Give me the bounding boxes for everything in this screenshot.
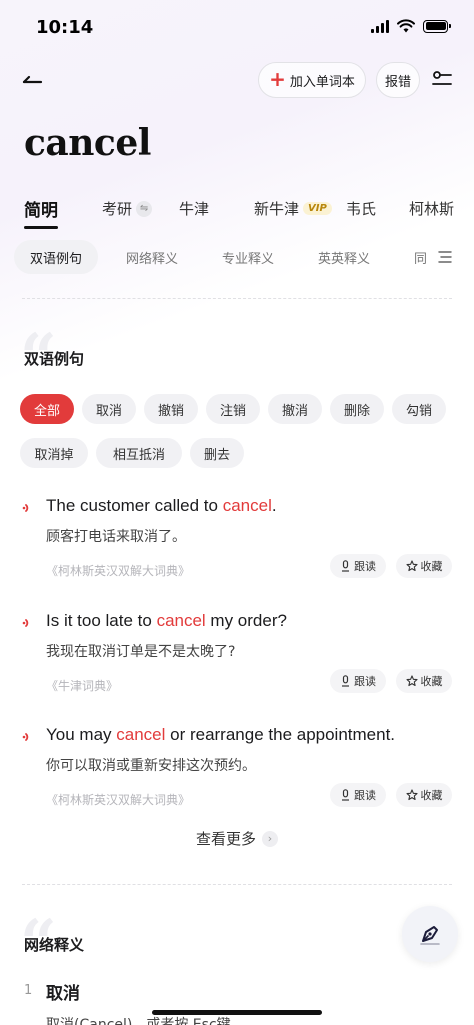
filter-chip[interactable]: 勾销 (392, 394, 446, 424)
section-tab-synonyms[interactable]: 同 (414, 240, 427, 274)
settings-button[interactable] (428, 66, 456, 94)
chevron-right-icon: › (262, 830, 278, 847)
report-error-button[interactable]: 报错 (376, 62, 420, 98)
home-indicator (152, 1010, 322, 1015)
word-detail-page: 10:14 + 加入单词本 报错 cancel 简明 考研 ⇋ 牛津 新牛津 V… (0, 0, 474, 1025)
cellular-signal-icon (371, 19, 389, 33)
definition-number: 1 (24, 983, 33, 998)
favorite-button[interactable]: 收藏 (396, 669, 452, 693)
section-title-examples: 双语例句 (24, 350, 85, 368)
headword: cancel (24, 122, 151, 164)
star-icon (405, 675, 418, 687)
add-to-wordbook-button[interactable]: + 加入单词本 (258, 62, 366, 98)
back-button[interactable] (18, 66, 48, 94)
tab-collins[interactable]: 柯林斯 (409, 198, 454, 219)
wifi-icon (397, 19, 415, 33)
swap-icon: ⇋ (136, 200, 153, 217)
example-chinese: 顾客打电话来取消了。 (46, 529, 186, 545)
plus-icon: + (269, 67, 286, 91)
tab-new-oxford[interactable]: 新牛津 VIP (254, 198, 332, 219)
dictionary-tabs: 简明 考研 ⇋ 牛津 新牛津 VIP 韦氏 柯林斯 (0, 192, 474, 229)
microphone-icon (342, 789, 349, 801)
speaker-icon[interactable] (22, 615, 38, 631)
menu-icon[interactable] (436, 249, 452, 265)
filter-chip[interactable]: 删除 (330, 394, 384, 424)
definition-text: 取消(Cancel)，或者按 Esc键 (46, 1017, 231, 1025)
example-english: The customer called to cancel. (46, 496, 277, 515)
microphone-icon (342, 560, 349, 572)
filter-chip[interactable]: 撤销 (144, 394, 198, 424)
section-tab-web[interactable]: 网络释义 (126, 240, 178, 274)
filter-chip[interactable]: 删去 (190, 438, 244, 468)
example-english: Is it too late to cancel my order? (46, 611, 287, 630)
filter-chip[interactable]: 取消掉 (20, 438, 88, 468)
star-icon (405, 560, 418, 572)
speaker-icon[interactable] (22, 500, 38, 516)
status-icons (371, 19, 451, 33)
star-icon (405, 789, 418, 801)
section-tab-bilingual[interactable]: 双语例句 (14, 240, 99, 274)
example-source: 《柯林斯英汉双解大词典》 (46, 564, 191, 578)
favorite-button[interactable]: 收藏 (396, 783, 452, 807)
speaker-icon[interactable] (22, 729, 38, 745)
tab-webster[interactable]: 韦氏 (346, 198, 376, 219)
back-arrow-icon (22, 75, 43, 84)
filter-chip[interactable]: 注销 (206, 394, 260, 424)
read-along-button[interactable]: 跟读 (330, 554, 386, 578)
tab-kaoyan[interactable]: 考研 ⇋ (102, 198, 153, 219)
vip-badge: VIP (303, 202, 332, 215)
tab-oxford[interactable]: 牛津 (179, 198, 209, 219)
write-fab-button[interactable] (402, 906, 458, 962)
example-chinese: 我现在取消订单是不是太晚了? (46, 644, 236, 660)
status-time: 10:14 (36, 17, 94, 38)
definition-word: 取消 (46, 984, 80, 1004)
microphone-icon (342, 675, 349, 687)
section-title-web: 网络释义 (24, 936, 85, 954)
example-source: 《牛津词典》 (46, 679, 119, 693)
divider (22, 884, 452, 885)
tab-jianming[interactable]: 简明 (24, 196, 58, 229)
see-more-button[interactable]: 查看更多 › (0, 828, 474, 849)
filter-chip-all[interactable]: 全部 (20, 394, 74, 424)
filter-chip[interactable]: 取消 (82, 394, 136, 424)
pen-icon (420, 926, 440, 945)
section-tab-professional[interactable]: 专业释义 (222, 240, 274, 274)
section-tabs: 双语例句 网络释义 专业释义 英英释义 同 (0, 240, 474, 276)
filter-chip[interactable]: 撤消 (268, 394, 322, 424)
sliders-icon (432, 71, 452, 85)
divider (22, 298, 452, 299)
favorite-button[interactable]: 收藏 (396, 554, 452, 578)
filter-chip[interactable]: 相互抵消 (96, 438, 182, 468)
section-tab-english[interactable]: 英英释义 (318, 240, 370, 274)
example-english: You may cancel or rearrange the appointm… (46, 725, 396, 744)
example-source: 《柯林斯英汉双解大词典》 (46, 793, 191, 807)
battery-icon (423, 19, 451, 33)
read-along-button[interactable]: 跟读 (330, 669, 386, 693)
read-along-button[interactable]: 跟读 (330, 783, 386, 807)
status-bar: 10:14 (0, 0, 474, 54)
example-chinese: 你可以取消或重新安排这次预约。 (46, 758, 256, 774)
add-to-wordbook-label: 加入单词本 (289, 74, 355, 90)
